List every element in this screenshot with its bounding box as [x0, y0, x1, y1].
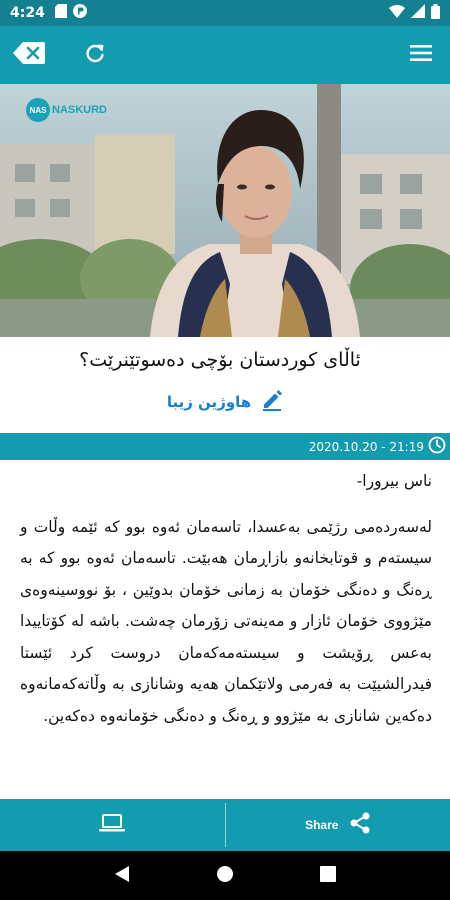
article-hero-image: NAS NASKURD [0, 84, 450, 337]
date-strip: 2020.10.20 - 21:19 [0, 433, 450, 460]
bottom-action-bar: Share [0, 799, 450, 851]
backspace-close-icon [13, 42, 45, 68]
article-header: ئاڵای کوردستان بۆچی دەسوتێنرێت؟ هاوژین ز… [0, 337, 450, 433]
pencil-icon [261, 389, 283, 415]
close-button[interactable] [10, 36, 48, 74]
open-in-browser-button[interactable] [0, 799, 225, 851]
nav-recents-button[interactable] [308, 856, 348, 896]
status-bar: 4:24 [0, 0, 450, 26]
wifi-icon [389, 4, 405, 22]
app-bar [0, 26, 450, 84]
cellular-signal-icon [411, 4, 425, 22]
back-triangle-icon [114, 865, 130, 887]
status-time: 4:24 [10, 5, 45, 21]
logo-mark: NAS [26, 98, 50, 122]
naskurd-logo: NAS NASKURD [26, 98, 107, 122]
author-name[interactable]: هاوژین زیبا [167, 393, 251, 411]
clock-icon [428, 436, 446, 458]
recents-square-icon [320, 865, 337, 886]
hamburger-menu-icon [410, 45, 432, 65]
nav-back-button[interactable] [102, 856, 142, 896]
article-paragraph: لەسەردەمی رژێمی بەعسدا، تاسەمان ئەوە بوو… [20, 517, 432, 725]
article-source-line: ناس بیرورا- [356, 472, 432, 490]
article-datetime: 2020.10.20 - 21:19 [308, 439, 424, 454]
nav-home-button[interactable] [205, 856, 245, 896]
refresh-icon [85, 43, 105, 67]
article-title: ئاڵای کوردستان بۆچی دەسوتێنرێت؟ [79, 349, 361, 371]
share-button[interactable]: Share [226, 799, 450, 851]
share-icon [350, 812, 370, 838]
menu-button[interactable] [402, 36, 440, 74]
article-body: ناس بیرورا- لەسەردەمی رژێمی بەعسدا، تاسە… [20, 466, 432, 746]
system-navigation-bar [0, 851, 450, 900]
battery-icon [431, 3, 440, 23]
logo-text: NASKURD [52, 104, 107, 116]
share-label: Share [305, 818, 339, 832]
app-notification-icon [72, 4, 87, 22]
laptop-icon [99, 814, 126, 836]
sd-card-icon [54, 4, 67, 22]
refresh-button[interactable] [76, 36, 114, 74]
author-row[interactable]: هاوژین زیبا [0, 389, 450, 415]
home-circle-icon [216, 865, 234, 887]
